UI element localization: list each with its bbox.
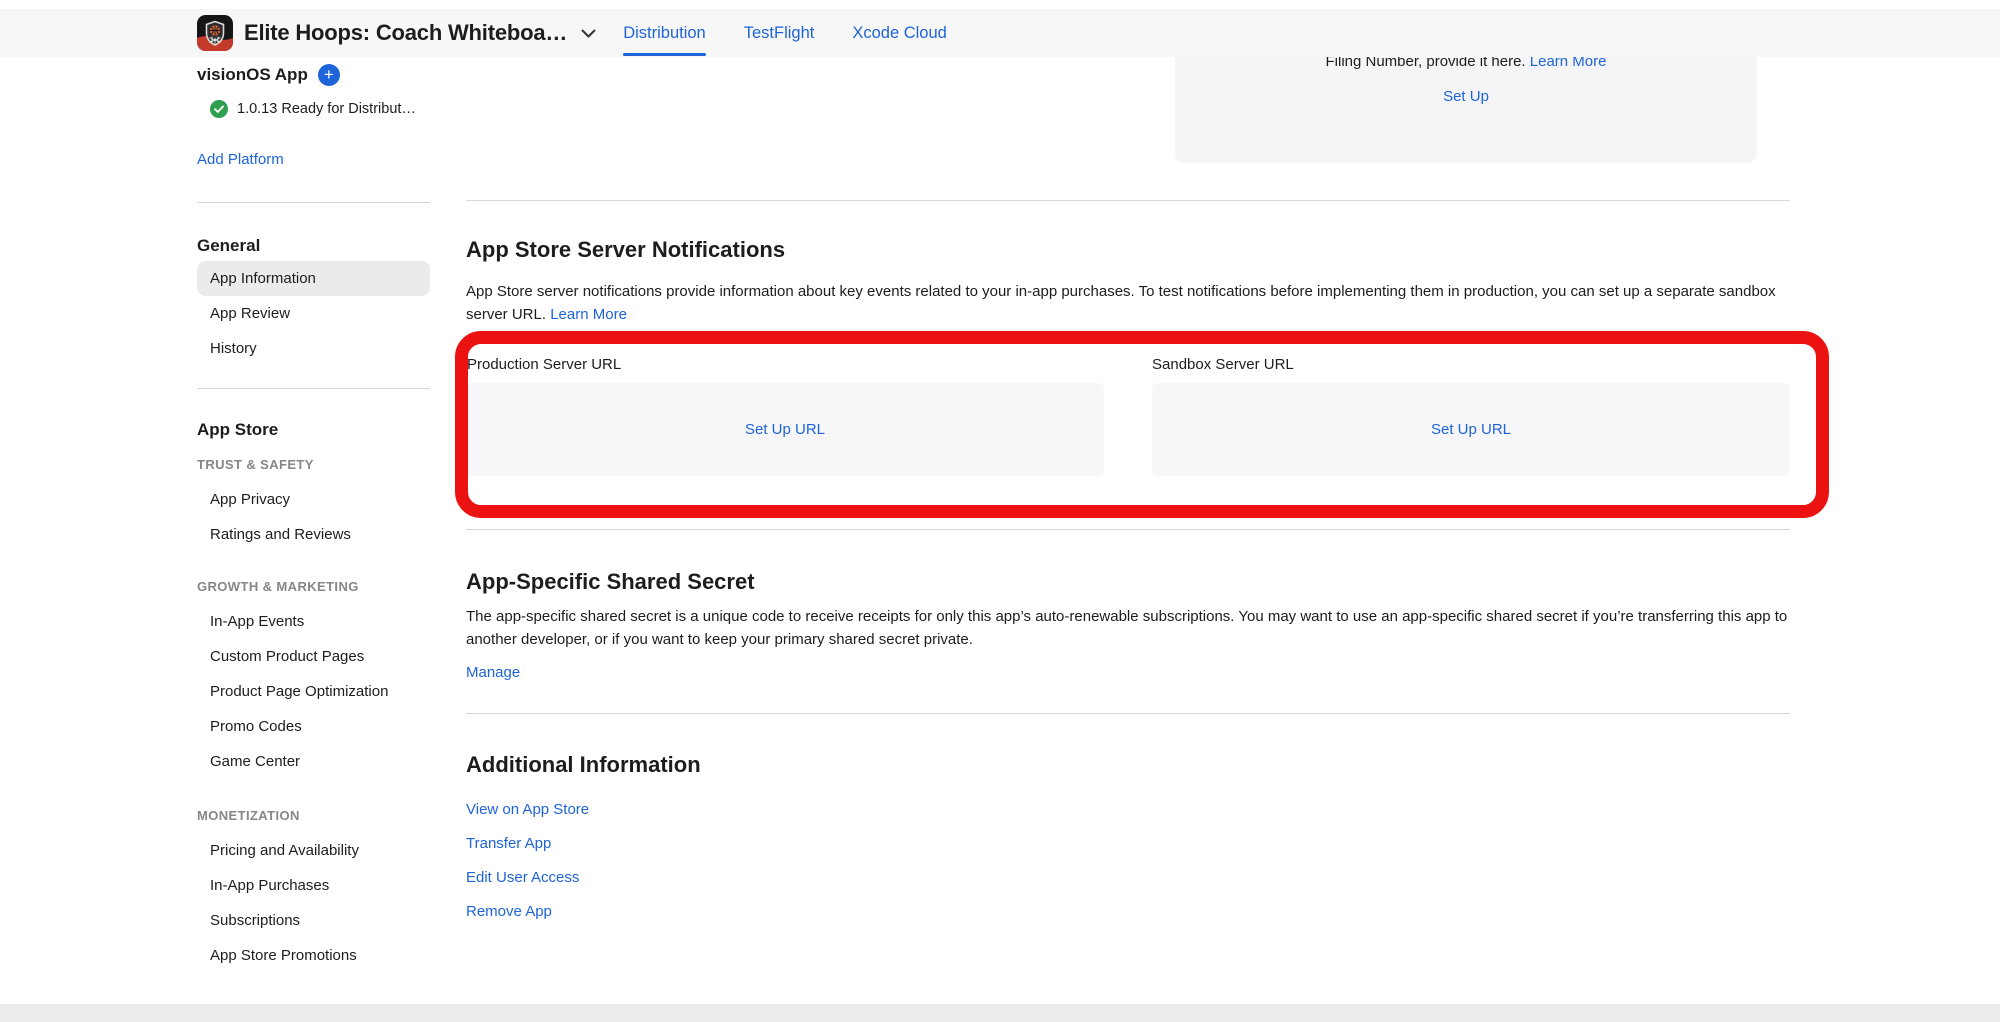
tab-testflight[interactable]: TestFlight — [744, 9, 815, 57]
app-title: Elite Hoops: Coach Whiteboa… — [244, 20, 567, 46]
section-divider — [466, 529, 1790, 530]
platform-heading-row: visionOS App + — [197, 64, 430, 86]
sidebar-item-app-information[interactable]: App Information — [197, 261, 430, 296]
sidebar-section-trust-safety: TRUST & SAFETY — [197, 456, 430, 474]
plus-icon: + — [324, 65, 334, 84]
sidebar-heading-app-store: App Store — [197, 419, 430, 441]
production-server-url-label: Production Server URL — [467, 356, 621, 374]
header-bar: Elite Hoops: Coach Whiteboa… Distributio… — [0, 9, 2000, 57]
sidebar-item-app-review[interactable]: App Review — [197, 296, 430, 331]
sidebar-item-history[interactable]: History — [197, 331, 430, 366]
edit-user-access-link[interactable]: Edit User Access — [466, 869, 579, 887]
sandbox-server-url-label: Sandbox Server URL — [1152, 356, 1294, 374]
sidebar-item-subscriptions[interactable]: Subscriptions — [197, 903, 430, 938]
tab-distribution[interactable]: Distribution — [623, 9, 706, 57]
production-server-url-box: Set Up URL — [466, 383, 1104, 476]
server-notifications-description-text: App Store server notifications provide i… — [466, 283, 1776, 323]
tab-xcode-cloud[interactable]: Xcode Cloud — [852, 9, 946, 57]
sidebar-section-monetization: MONETIZATION — [197, 807, 430, 825]
sidebar-item-app-store-promotions[interactable]: App Store Promotions — [197, 938, 430, 973]
tab-xcode-cloud-label: Xcode Cloud — [852, 24, 946, 43]
set-up-link[interactable]: Set Up — [1443, 88, 1489, 105]
sandbox-set-up-url-link[interactable]: Set Up URL — [1431, 421, 1511, 438]
add-version-button[interactable]: + — [318, 64, 340, 86]
shared-secret-description: The app-specific shared secret is a uniq… — [466, 606, 1790, 651]
tab-testflight-label: TestFlight — [744, 24, 815, 43]
footer-bar — [0, 1004, 2000, 1022]
section-divider — [466, 713, 1790, 714]
production-set-up-url-link[interactable]: Set Up URL — [745, 421, 825, 438]
sidebar-item-app-privacy[interactable]: App Privacy — [197, 482, 430, 517]
sidebar-item-promo-codes[interactable]: Promo Codes — [197, 709, 430, 744]
setup-card-action: Set Up — [1175, 88, 1757, 106]
server-notifications-description: App Store server notifications provide i… — [466, 281, 1790, 326]
tab-distribution-label: Distribution — [623, 24, 706, 43]
app-store-connect-page: Elite Hoops: Coach Whiteboa… Distributio… — [0, 0, 2000, 1022]
add-platform-link[interactable]: Add Platform — [197, 151, 430, 171]
sidebar-section-growth-marketing: GROWTH & MARKETING — [197, 578, 430, 596]
view-on-app-store-link[interactable]: View on App Store — [466, 801, 589, 819]
server-notifications-learn-more-link[interactable]: Learn More — [550, 306, 627, 323]
sidebar-item-pricing-and-availability[interactable]: Pricing and Availability — [197, 833, 430, 868]
platform-heading: visionOS App — [197, 65, 308, 85]
main-content: Filing Number, provide it here. Learn Mo… — [466, 0, 1790, 1022]
chevron-down-icon — [581, 29, 596, 38]
server-notifications-title: App Store Server Notifications — [466, 236, 785, 263]
shared-secret-title: App-Specific Shared Secret — [466, 568, 755, 595]
sidebar-divider — [197, 388, 430, 389]
sidebar: visionOS App + 1.0.13 Ready for Distribu… — [197, 57, 430, 973]
sidebar-item-ratings-and-reviews[interactable]: Ratings and Reviews — [197, 517, 430, 552]
sidebar-item-custom-product-pages[interactable]: Custom Product Pages — [197, 639, 430, 674]
remove-app-link[interactable]: Remove App — [466, 903, 552, 921]
sidebar-item-in-app-purchases[interactable]: In-App Purchases — [197, 868, 430, 903]
sandbox-server-url-box: Set Up URL — [1152, 383, 1790, 476]
transfer-app-link[interactable]: Transfer App — [466, 835, 551, 853]
section-divider — [466, 200, 1790, 201]
sidebar-item-in-app-events[interactable]: In-App Events — [197, 604, 430, 639]
app-switcher-menu[interactable]: Elite Hoops: Coach Whiteboa… — [197, 15, 596, 51]
app-icon — [197, 15, 233, 51]
manage-link[interactable]: Manage — [466, 664, 520, 682]
primary-nav: Distribution TestFlight Xcode Cloud — [623, 9, 947, 57]
sidebar-item-game-center[interactable]: Game Center — [197, 744, 430, 779]
sidebar-item-product-page-optimization[interactable]: Product Page Optimization — [197, 674, 430, 709]
version-status-row[interactable]: 1.0.13 Ready for Distribut… — [197, 99, 430, 119]
version-status-label: 1.0.13 Ready for Distribut… — [237, 101, 416, 117]
sidebar-heading-general: General — [197, 235, 430, 256]
sidebar-divider — [197, 202, 430, 203]
additional-information-title: Additional Information — [466, 751, 701, 778]
check-circle-icon — [210, 100, 228, 118]
